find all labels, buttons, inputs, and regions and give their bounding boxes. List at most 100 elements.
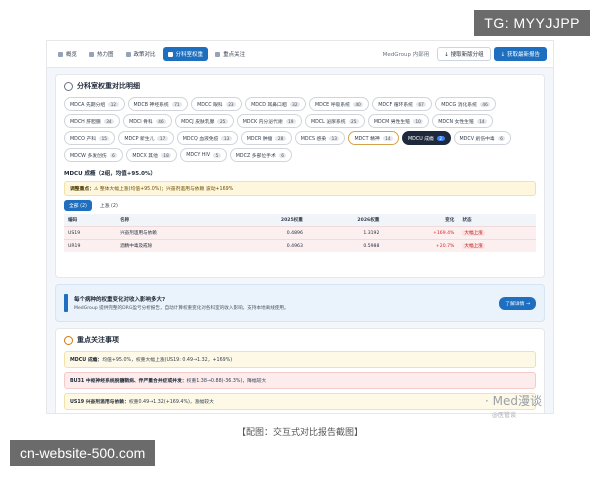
- promo-banner: 每个病种的权重变化对收入影响多大? MedGroup 提供完整的DRG盈亏分析报…: [55, 284, 545, 322]
- department-pills: MDCA 先期分组 12 MDCB 神经系统 71 MDCC 眼科 23 MDCD 耳鼻口咽…: [64, 97, 536, 162]
- pill-label: MDCB 神经系统: [133, 102, 169, 108]
- col-name: 名称: [116, 214, 231, 227]
- caption: 【配图：交互式对比报告截图】: [236, 428, 363, 438]
- pill-label: MDCE 呼吸系统: [315, 102, 350, 108]
- detail-subtabs: 全部 (2) 上涨 (2): [64, 200, 536, 211]
- department-pill[interactable]: MDCV 創伤中毒 6: [453, 131, 512, 145]
- cell-status: 大幅上涨: [458, 226, 536, 240]
- detail-title: MDCU 成瘾（2组，均值+95.0%）: [64, 171, 156, 177]
- department-pill[interactable]: MDCR 肿瘤 28: [240, 131, 292, 145]
- department-pill[interactable]: MDCW 多发创伤 6: [64, 148, 124, 162]
- pill-label: MDCF 循环系统: [378, 102, 413, 108]
- department-pill[interactable]: MDCS 感染 13: [294, 131, 346, 145]
- pill-label: MDCQ 血液免疫: [182, 136, 219, 142]
- department-pill[interactable]: MDCC 眼科 23: [191, 97, 243, 111]
- tab-focus[interactable]: 重点关注: [210, 47, 250, 61]
- department-pill[interactable]: MDCX 其他 18: [126, 148, 178, 162]
- cell-code: UR19: [64, 239, 117, 252]
- pill-count: 14: [476, 118, 488, 124]
- department-pill[interactable]: MDCD 耳鼻口咽 32: [245, 97, 306, 111]
- pill-count: 28: [275, 135, 286, 141]
- col-code: 编码: [64, 214, 117, 227]
- department-pill[interactable]: MDCB 神经系统 71: [127, 97, 189, 111]
- department-pill[interactable]: MDCH 肝胆胰 34: [64, 114, 121, 128]
- pill-label: MDCO 产科: [70, 136, 97, 142]
- pill-label: MDCW 多发创伤: [70, 153, 107, 159]
- pill-count: 67: [415, 101, 427, 107]
- tab-policy-compare[interactable]: 政策对比: [121, 47, 161, 61]
- tab-label: 概览: [66, 52, 78, 58]
- pill-count: 25: [348, 118, 359, 124]
- pill-label: MDCI 骨科: [129, 119, 153, 125]
- get-grouping-button[interactable]: ↓ 搜取新版分组: [437, 47, 491, 61]
- pill-count: 46: [155, 118, 167, 124]
- pill-count: 34: [103, 118, 115, 124]
- focus-item-title: MDCU 成瘾：: [70, 358, 103, 363]
- pill-count: 12: [108, 101, 119, 107]
- section-title-text: 分科室权重对比明细: [77, 82, 140, 90]
- pill-label: MDCM 男性生殖: [373, 119, 410, 125]
- table-header: 编码 名称 2025权重 2026权重 变化 状态: [64, 214, 536, 227]
- subtab-rise[interactable]: 上涨 (2): [95, 200, 123, 211]
- site-badge: cn-website-500.com: [10, 440, 156, 466]
- tab-department-weights[interactable]: 分科室权重: [162, 47, 209, 61]
- focus-item-title: BU31 中枢神经系统脱髓鞘病、伴严重合并症或并发：: [70, 379, 187, 384]
- focus-item: MDCU 成瘾：均值+95.0%，权重大幅上涨(US19: 0.49→1.32，…: [64, 351, 536, 368]
- department-pill[interactable]: MDCU 成瘾 2: [402, 131, 451, 145]
- department-pill[interactable]: MDCN 女性生殖 14: [432, 114, 494, 128]
- pill-label: MDCU 成瘾: [408, 136, 434, 142]
- department-pill[interactable]: MDCM 男性生殖 10: [367, 114, 430, 128]
- department-pill[interactable]: MDCQ 血液免疫 13: [176, 131, 238, 145]
- department-pill[interactable]: MDCG 消化系统 46: [435, 97, 497, 111]
- pill-count: 23: [225, 101, 237, 107]
- cell-name: 酒精中毒及戒除: [116, 239, 231, 252]
- pill-count: 46: [479, 101, 491, 107]
- get-report-button[interactable]: ↓ 获取最新报告: [493, 47, 547, 61]
- department-pill[interactable]: MDCY HIV 5: [180, 148, 227, 162]
- warning-icon: [215, 51, 221, 57]
- pill-label: MDCP 新生儿: [124, 136, 155, 142]
- alert-label: 调整重点：: [70, 187, 94, 192]
- list-icon: [125, 51, 131, 57]
- pill-label: MDCY HIV: [186, 152, 211, 158]
- department-pill[interactable]: MDCZ 多部位手术 6: [229, 148, 293, 162]
- department-pill[interactable]: MDCK 内分泌代谢 19: [236, 114, 302, 128]
- department-pill[interactable]: MDCA 先期分组 12: [64, 97, 125, 111]
- focus-card: 重点关注事项 MDCU 成瘾：均值+95.0%，权重大幅上涨(US19: 0.4…: [55, 328, 545, 413]
- focus-item-text: 权重1.38→0.88(-36.3%)，降幅较大: [186, 379, 267, 384]
- department-pill[interactable]: MDCO 产科 15: [64, 131, 116, 145]
- tab-heatmap[interactable]: 热力图: [84, 47, 119, 61]
- pill-count: 32: [289, 101, 300, 107]
- col-2025: 2025权重: [230, 214, 307, 227]
- department-pill[interactable]: MDCI 骨科 46: [123, 114, 173, 128]
- subtab-all[interactable]: 全部 (2): [64, 200, 92, 211]
- banner-text: 每个病种的权重变化对收入影响多大? MedGroup 提供完整的DRG盈亏分析报…: [74, 295, 499, 311]
- department-pill[interactable]: MDCF 循环系统 67: [372, 97, 433, 111]
- cell-status: 大幅上涨: [458, 239, 536, 252]
- pill-label: MDCT 精神: [354, 136, 380, 142]
- focus-item: BU31 中枢神经系统脱髓鞘病、伴严重合并症或并发：权重1.38→0.88(-3…: [64, 372, 536, 389]
- department-pill[interactable]: MDCT 精神 14: [348, 131, 400, 145]
- pill-label: MDCV 創伤中毒: [459, 136, 495, 142]
- pill-label: MDCX 其他: [132, 153, 158, 159]
- tg-badge: TG: MYYJJPP: [474, 10, 590, 36]
- department-pill[interactable]: MDCP 新生儿 17: [118, 131, 174, 145]
- learn-more-button[interactable]: 了解详情 →: [499, 296, 536, 310]
- cell-2025-weight: 0.4896: [230, 226, 307, 240]
- weights-card: 分科室权重对比明细 MDCA 先期分组 12 MDCB 神经系统 71 MDCC 眼科 2…: [55, 74, 545, 278]
- table-row[interactable]: UR19 酒精中毒及戒除 0.4963 0.5988 +20.7% 大幅上涨: [64, 239, 536, 252]
- pill-label: MDCH 肝胆胰: [70, 119, 101, 125]
- pill-count: 14: [382, 135, 394, 141]
- pill-label: MDCN 女性生殖: [438, 119, 474, 125]
- table-row[interactable]: US19 兴奋剂滥用与依赖 0.4896 1.3192 +169.4% 大幅上涨: [64, 226, 536, 240]
- cell-name: 兴奋剂滥用与依赖: [116, 226, 231, 240]
- tab-overview[interactable]: 概览: [53, 47, 82, 61]
- department-pill[interactable]: MDCE 呼吸系统 40: [309, 97, 370, 111]
- department-pill[interactable]: MDCL 泌尿系统 25: [304, 114, 365, 128]
- alert-text: ⚠ 整体大幅上涨(均值+95.0%)；兴奋剂滥用与依赖 波动+169%: [94, 187, 234, 192]
- department-pill[interactable]: MDCJ 皮肤乳腺 25: [175, 114, 234, 128]
- tab-label: 政策对比: [133, 52, 156, 58]
- pill-count: 13: [221, 135, 232, 141]
- fire-icon: [89, 51, 95, 57]
- pill-count: 15: [99, 135, 110, 141]
